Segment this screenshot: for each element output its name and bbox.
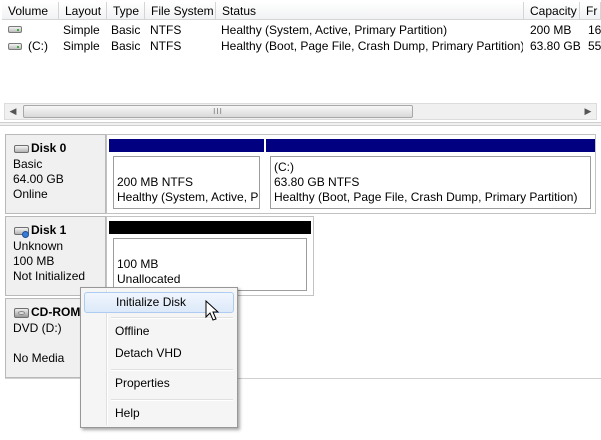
disk-name: CD-ROM — [31, 305, 81, 319]
partition-c-drive[interactable]: (C:) 63.80 GB NTFS Healthy (Boot, Page F… — [266, 139, 595, 212]
disk-type: Basic — [13, 157, 43, 171]
disk-size: 100 MB — [13, 254, 55, 268]
cell-layout: Simple — [63, 23, 100, 37]
partition-type-bar — [266, 139, 595, 152]
cell-layout: Simple — [63, 39, 100, 53]
disk-0-label[interactable]: Disk 0 Basic 64.00 GB Online — [5, 134, 106, 214]
dvd-drive-icon — [14, 308, 29, 318]
disk-type: DVD (D:) — [13, 321, 62, 335]
not-initialized-icon — [22, 231, 29, 238]
cell-type: Basic — [111, 39, 141, 53]
partition-body: 100 MB Unallocated — [113, 238, 307, 291]
partition-body: (C:) 63.80 GB NTFS Healthy (Boot, Page F… — [270, 156, 591, 209]
partition-body: 200 MB NTFS Healthy (System, Active, Pr — [113, 156, 260, 209]
menu-separator — [111, 369, 233, 371]
volume-list: Volume Layout Type File System Status Ca… — [0, 0, 601, 122]
horizontal-scrollbar[interactable]: ◀ III ▶ — [4, 103, 597, 120]
column-header-type[interactable]: Type — [107, 2, 145, 20]
menu-item-offline[interactable]: Offline — [84, 321, 234, 342]
partition-status: Unallocated — [117, 272, 181, 286]
partition-size: 200 MB NTFS — [117, 175, 194, 189]
cell-file-system: NTFS — [150, 39, 182, 53]
grip-icon: III — [213, 107, 223, 116]
column-header-file-system[interactable]: File System — [145, 2, 216, 20]
partition-size: 100 MB — [117, 257, 159, 271]
disk-status: No Media — [13, 351, 65, 365]
disk-name: Disk 0 — [31, 141, 67, 155]
disk-name: Disk 1 — [31, 223, 67, 237]
disk-status: Not Initialized — [13, 269, 86, 283]
partition-status: Healthy (Boot, Page File, Crash Dump, Pr… — [274, 190, 578, 204]
column-header-volume[interactable]: Volume — [2, 2, 59, 20]
volume-drive-icon — [8, 26, 22, 33]
disk-1-label[interactable]: Disk 1 Unknown 100 MB Not Initialized — [5, 216, 106, 296]
menu-item-properties[interactable]: Properties — [84, 373, 234, 394]
cell-volume: (C:) — [28, 39, 48, 53]
partition-size: 63.80 GB NTFS — [274, 175, 360, 189]
scrollbar-thumb[interactable]: III — [23, 105, 413, 118]
scroll-left-icon[interactable]: ◀ — [5, 104, 21, 119]
partition-type-bar — [109, 139, 264, 152]
partition-system-reserved[interactable]: 200 MB NTFS Healthy (System, Active, Pr — [109, 139, 264, 212]
volume-drive-icon — [8, 43, 22, 50]
cell-status: Healthy (Boot, Page File, Crash Dump, Pr… — [221, 39, 523, 53]
partition-type-bar — [109, 221, 311, 234]
cell-free-space: 55 — [588, 39, 601, 53]
column-header-free-space[interactable]: Fr — [580, 2, 601, 20]
menu-separator — [111, 399, 233, 401]
column-header-capacity[interactable]: Capacity — [524, 2, 580, 20]
cell-file-system: NTFS — [150, 23, 182, 37]
disk-type: Unknown — [13, 239, 64, 253]
cell-status: Healthy (System, Active, Primary Partiti… — [221, 23, 448, 37]
partition-unallocated[interactable]: 100 MB Unallocated — [109, 221, 311, 294]
cell-capacity: 63.80 GB — [530, 39, 581, 53]
hard-disk-icon — [14, 145, 29, 153]
cell-type: Basic — [111, 23, 141, 37]
disk-0-partitions: 200 MB NTFS Healthy (System, Active, Pr … — [106, 134, 596, 214]
disk-1-partitions: 100 MB Unallocated — [106, 216, 314, 296]
column-header-status[interactable]: Status — [216, 2, 524, 20]
column-header-layout[interactable]: Layout — [59, 2, 107, 20]
mouse-cursor-icon — [205, 300, 219, 321]
disk-status: Online — [13, 187, 48, 201]
partition-label: (C:) — [274, 160, 294, 174]
menu-item-detach-vhd[interactable]: Detach VHD — [84, 343, 234, 364]
menu-item-help[interactable]: Help — [84, 403, 234, 424]
cell-free-space: 16 — [588, 23, 601, 37]
scroll-right-icon[interactable]: ▶ — [580, 104, 596, 119]
cell-capacity: 200 MB — [530, 23, 572, 37]
partition-status: Healthy (System, Active, Pr — [117, 190, 260, 204]
disk-size: 64.00 GB — [13, 172, 64, 186]
